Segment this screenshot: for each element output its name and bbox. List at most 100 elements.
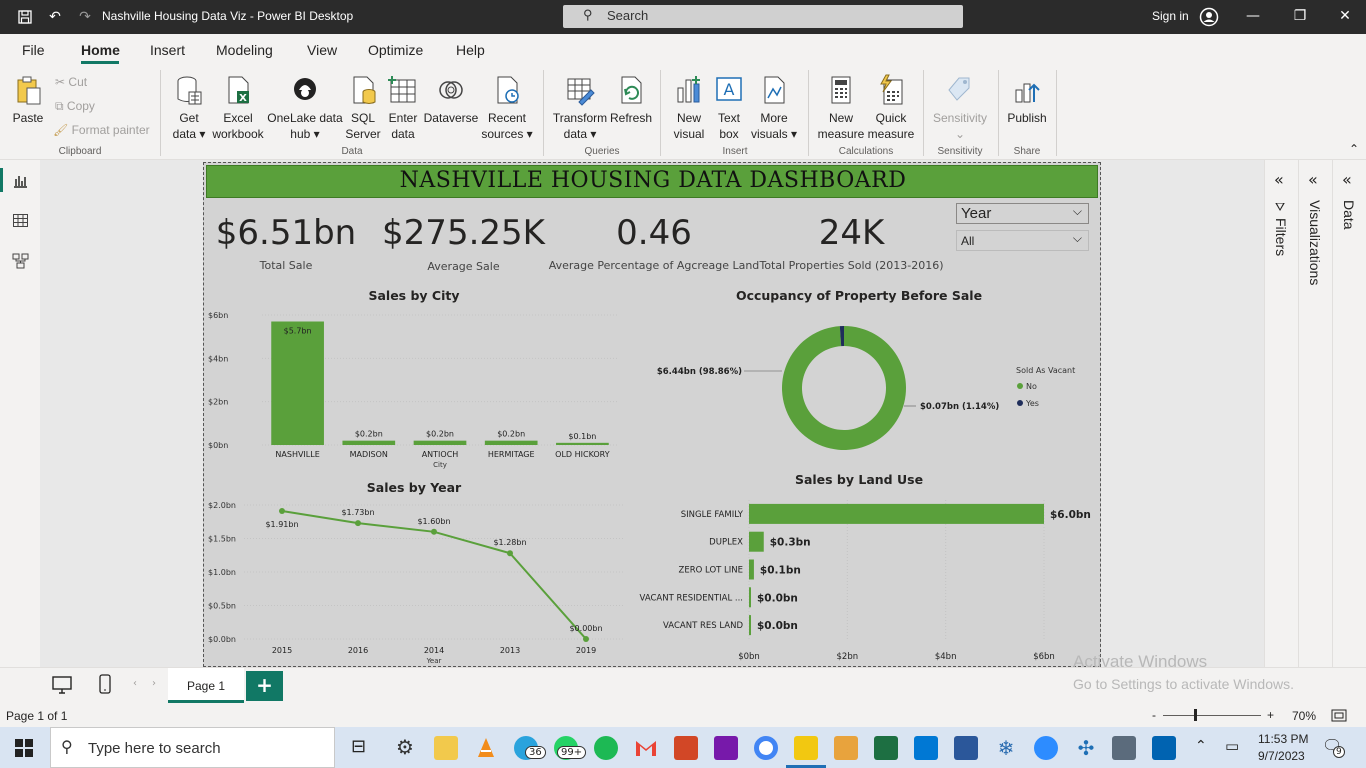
desktop-layout-icon[interactable]: [52, 676, 72, 694]
vscode-icon[interactable]: [914, 736, 938, 760]
word-icon[interactable]: [954, 736, 978, 760]
x-tick-label: 2013: [500, 646, 520, 655]
add-page-button[interactable]: +: [246, 671, 283, 701]
vlc-icon[interactable]: [474, 736, 498, 760]
text-box-button[interactable]: A Text box: [711, 74, 747, 142]
tab-help[interactable]: Help: [456, 42, 485, 58]
bar: [413, 440, 467, 445]
restore-icon[interactable]: ❐: [1290, 8, 1310, 24]
x-tick-label: $6bn: [1033, 652, 1055, 662]
fit-to-page-icon[interactable]: [1331, 709, 1347, 722]
table-view-icon[interactable]: [12, 212, 29, 229]
zoom-slider-track[interactable]: [1163, 715, 1261, 716]
tab-insert[interactable]: Insert: [150, 42, 185, 58]
paste-button[interactable]: Paste: [10, 74, 46, 126]
clock-time[interactable]: 11:53 PM: [1258, 732, 1308, 746]
enter-data-label-1: Enter: [388, 111, 418, 125]
new-visual-icon: [677, 76, 700, 103]
tableau-icon[interactable]: ✣: [1074, 736, 1098, 760]
snipping-tool-icon[interactable]: [834, 736, 858, 760]
sign-in-link[interactable]: Sign in: [1152, 9, 1189, 23]
save-icon[interactable]: [17, 9, 33, 25]
chevron-up-icon[interactable]: ⌃: [1195, 738, 1207, 754]
dataverse-button[interactable]: Dataverse: [423, 74, 479, 126]
tab-home[interactable]: Home: [81, 42, 120, 58]
y-tick-label: VACANT RESIDENTIAL ...: [640, 593, 743, 603]
ribbon-separator: [808, 70, 809, 156]
data-label: $5.7bn: [284, 327, 312, 336]
onenote-icon[interactable]: [714, 736, 738, 760]
refresh-button[interactable]: Refresh: [609, 74, 653, 126]
tab-optimize[interactable]: Optimize: [368, 42, 423, 58]
powerpoint-icon[interactable]: [674, 736, 698, 760]
zoom-app-icon[interactable]: [1034, 736, 1058, 760]
quick-measure-button[interactable]: Quick measure: [866, 74, 916, 142]
y-tick-label: ZERO LOT LINE: [679, 566, 743, 576]
collapse-ribbon-icon[interactable]: ⌃: [1349, 142, 1359, 156]
page-tab-1[interactable]: Page 1: [168, 668, 244, 703]
data-pane-collapsed[interactable]: « Data: [1333, 160, 1366, 667]
prev-page-icon[interactable]: ‹: [133, 678, 137, 689]
ribbon-separator: [543, 70, 544, 156]
zoom-out-button[interactable]: -: [1152, 708, 1156, 722]
filters-pane-collapsed[interactable]: « ⛛ Filters: [1265, 160, 1299, 667]
recent-sources-button[interactable]: Recent sources ▾: [480, 74, 534, 142]
tab-file[interactable]: File: [22, 42, 45, 58]
new-visual-label-2: visual: [673, 127, 705, 141]
settings-icon[interactable]: ⚙: [396, 735, 414, 759]
task-view-icon[interactable]: ⊟: [351, 736, 366, 757]
calculator-app-icon[interactable]: [1112, 736, 1136, 760]
search-box[interactable]: ⚲ Search: [563, 5, 963, 28]
close-icon[interactable]: ✕: [1335, 8, 1355, 24]
zoom-in-button[interactable]: +: [1267, 708, 1274, 722]
mobile-layout-icon[interactable]: [99, 674, 111, 694]
onelake-label-1: OneLake data: [267, 111, 343, 125]
onelake-label-2: hub ▾: [290, 127, 320, 141]
excel-workbook-button[interactable]: X Excel workbook: [210, 74, 266, 142]
file-explorer-icon[interactable]: [434, 736, 458, 760]
new-visual-button[interactable]: New visual: [669, 74, 709, 142]
occupancy-title: Occupancy of Property Before Sale: [735, 288, 983, 303]
snowflake-app-icon[interactable]: ❄: [994, 736, 1018, 760]
zoom-level[interactable]: 70%: [1292, 709, 1316, 723]
tab-modeling[interactable]: Modeling: [216, 42, 273, 58]
get-data-button[interactable]: Get data ▾: [168, 74, 210, 142]
sql-server-button[interactable]: SQL Server: [344, 74, 382, 142]
clipboard-group-label: Clipboard: [58, 146, 102, 157]
visualizations-pane-collapsed[interactable]: « Visualizations: [1299, 160, 1333, 667]
slicer-selected-value: All: [961, 234, 975, 248]
model-view-icon[interactable]: [12, 252, 29, 269]
zoom-slider-thumb[interactable]: [1194, 709, 1197, 721]
battery-icon[interactable]: ▭: [1225, 737, 1239, 755]
kpi-avg-acreage-label: Average Percentage of Agcreage Land: [548, 259, 760, 272]
status-bar: Page 1 of 1 - + 70%: [0, 705, 1366, 727]
clock-date[interactable]: 9/7/2023: [1258, 749, 1305, 763]
account-icon[interactable]: [1199, 7, 1219, 27]
minimize-icon[interactable]: —: [1243, 8, 1263, 24]
onelake-hub-button[interactable]: OneLake data hub ▾: [266, 74, 344, 142]
gmail-icon[interactable]: [634, 736, 658, 760]
windows-start-icon[interactable]: [15, 739, 33, 757]
year-slicer-dropdown[interactable]: All ⌵: [956, 230, 1089, 251]
tab-view[interactable]: View: [307, 42, 337, 58]
more-visuals-button[interactable]: More visuals ▾: [749, 74, 799, 142]
new-measure-button[interactable]: New measure: [816, 74, 866, 142]
excel-app-icon[interactable]: [874, 736, 898, 760]
get-data-label-1: Get: [179, 111, 199, 125]
taskbar-search-box[interactable]: ⚲ Type here to search: [50, 727, 335, 768]
spotify-icon[interactable]: [594, 736, 618, 760]
transform-data-button[interactable]: Transform data ▾: [551, 74, 609, 142]
next-page-icon[interactable]: ›: [152, 678, 156, 689]
data-point: [355, 520, 361, 527]
power-bi-icon[interactable]: [794, 736, 818, 760]
undo-icon[interactable]: ↶: [47, 9, 63, 25]
ribbon-separator: [998, 70, 999, 156]
enter-data-button[interactable]: Enter data: [384, 74, 422, 142]
chrome-icon[interactable]: [754, 736, 778, 760]
azure-data-studio-icon[interactable]: [1152, 736, 1176, 760]
publish-button[interactable]: Publish: [1004, 74, 1050, 126]
report-view-icon[interactable]: [12, 172, 29, 189]
year-slicer-header[interactable]: Year ⌵: [956, 203, 1089, 224]
windows-taskbar: ⚲ Type here to search ⊟ ⚙ 36 99+ ❄ ✣ ⌃ ▭…: [0, 727, 1366, 768]
copy-icon: ⧉: [55, 99, 64, 113]
